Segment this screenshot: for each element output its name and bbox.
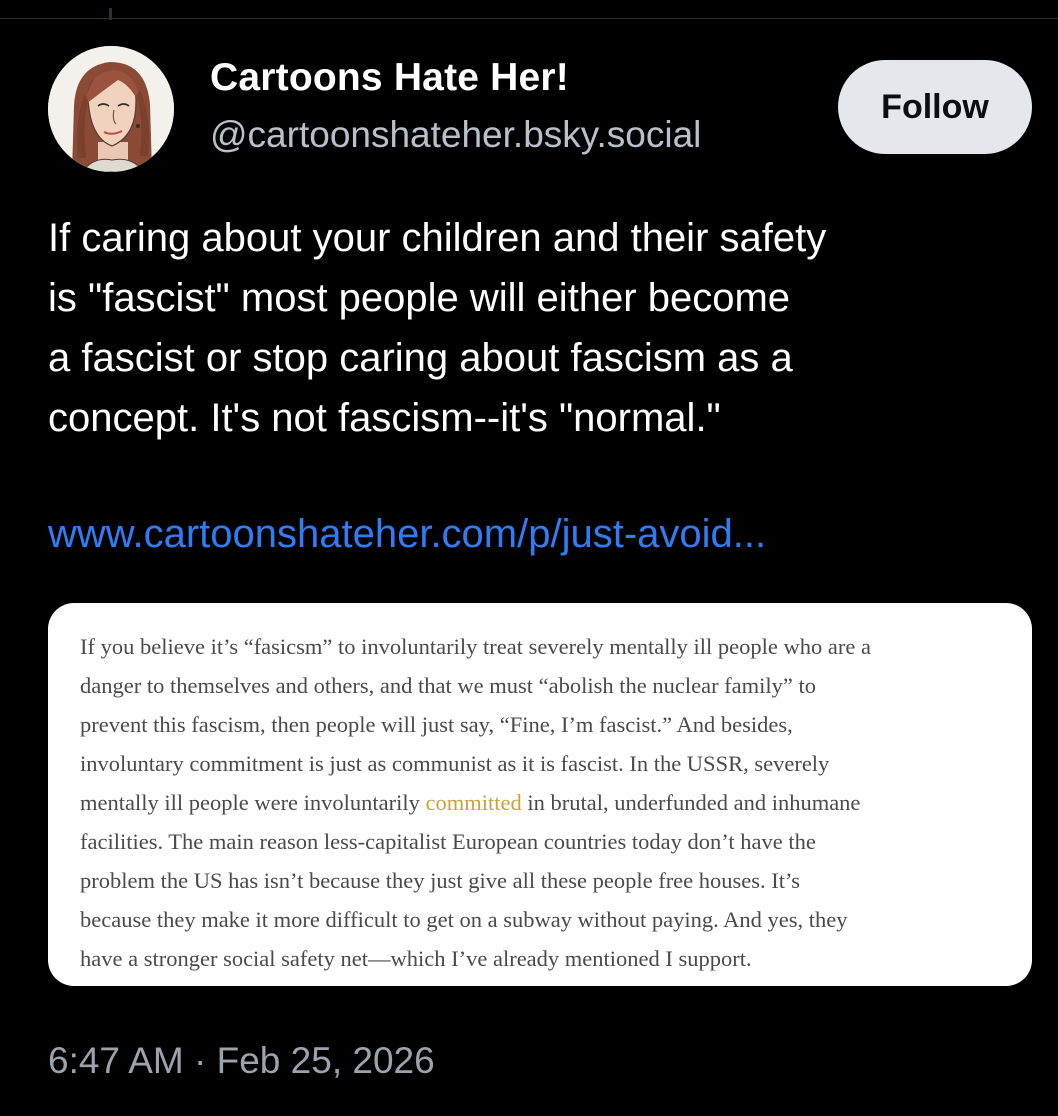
embedded-image-card[interactable]: If you believe it’s “fasicsm” to involun… — [48, 603, 1032, 986]
post-text-line: concept. It's not fascism--it's "normal.… — [48, 396, 721, 440]
excerpt-line: danger to themselves and others, and tha… — [80, 673, 817, 698]
excerpt-line: prevent this fascism, then people will j… — [80, 712, 793, 737]
excerpt-link: committed — [425, 790, 522, 815]
post-text-line: a fascist or stop caring about fascism a… — [48, 336, 793, 380]
thread-line — [109, 8, 112, 20]
post-text-line: is "fascist" most people will either bec… — [48, 276, 791, 320]
excerpt-line: problem the US has isn’t because they ju… — [80, 868, 801, 893]
excerpt-line: facilities. The main reason less-capital… — [80, 829, 816, 854]
post-timestamp: 6:47 AM · Feb 25, 2026 — [48, 1040, 435, 1081]
excerpt-text: in brutal, underfunded and inhumane — [521, 790, 861, 815]
excerpt-line: mentally ill people were involuntarily c… — [80, 783, 1020, 822]
author-handle[interactable]: @cartoonshateher.bsky.social — [210, 114, 701, 156]
excerpt-text: mentally ill people were involuntarily — [80, 790, 426, 815]
excerpt-line: have a stronger social safety net—which … — [80, 946, 752, 971]
top-divider — [0, 18, 1058, 19]
illustrated-woman-portrait-icon — [48, 46, 174, 172]
excerpt-line: involuntary commitment is just as commun… — [80, 751, 830, 776]
excerpt-line: because they make it more difficult to g… — [80, 907, 848, 932]
post-link[interactable]: www.cartoonshateher.com/p/just-avoid... — [48, 512, 766, 557]
embedded-article-excerpt: If you believe it’s “fasicsm” to involun… — [80, 627, 1020, 978]
post-text: If caring about your children and their … — [48, 208, 1028, 448]
avatar[interactable] — [48, 46, 174, 172]
display-name[interactable]: Cartoons Hate Her! — [210, 56, 569, 100]
excerpt-line: If you believe it’s “fasicsm” to involun… — [80, 634, 871, 659]
follow-button[interactable]: Follow — [838, 60, 1032, 154]
post-text-line: If caring about your children and their … — [48, 216, 827, 260]
